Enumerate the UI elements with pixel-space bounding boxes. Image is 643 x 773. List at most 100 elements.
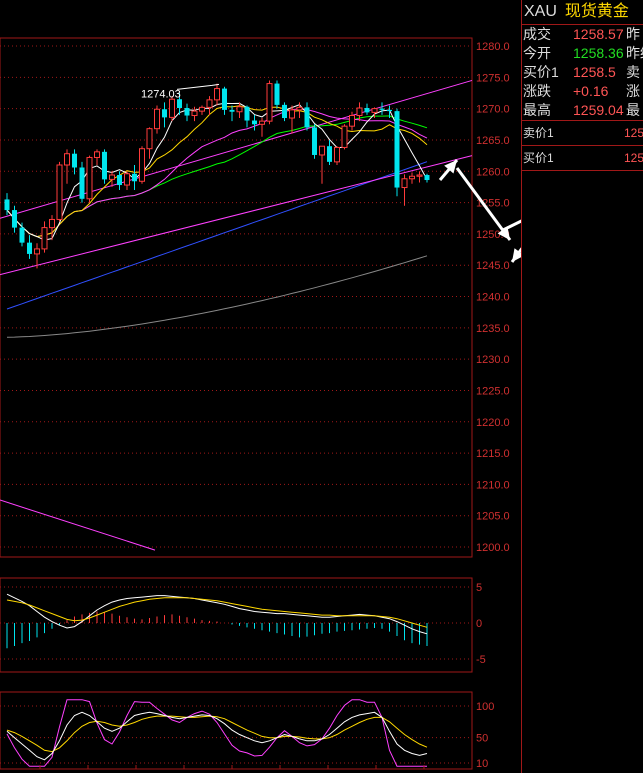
candle-body — [409, 175, 415, 180]
quote-label: 成交 — [523, 26, 551, 42]
candle-body — [282, 104, 287, 119]
kdj-panel: 100 50 10 — [0, 691, 494, 770]
quote-label-secondary: 最 — [626, 102, 640, 118]
quote-value: 1258.5 — [573, 64, 616, 80]
candle-body — [94, 151, 100, 158]
candle-body — [387, 109, 392, 112]
price-tick-label: 1220.0 — [476, 417, 510, 429]
candle-body — [191, 110, 198, 117]
candle-body — [132, 173, 137, 182]
quote-label: 今开 — [523, 45, 551, 61]
price-tick-label: 1215.0 — [476, 448, 510, 460]
arrow-shaft — [502, 219, 521, 232]
candle-body — [124, 173, 130, 186]
order-book: 卖价1 125 买价1 125 — [522, 121, 643, 171]
candle-body — [49, 218, 55, 229]
order-book-label: 买价1 — [523, 151, 554, 165]
quote-row: 成交 1258.57 昨 — [522, 25, 643, 44]
candle-body — [364, 107, 370, 113]
candle-body — [86, 156, 93, 200]
candle-body — [27, 242, 32, 254]
candle-body — [222, 88, 227, 110]
quote-label: 最高 — [523, 102, 551, 118]
kdj-tick-label: 100 — [476, 701, 494, 713]
candle-body — [266, 83, 273, 122]
kdj-frame — [0, 691, 473, 770]
quote-row: 今开 1258.36昨结 — [522, 44, 643, 63]
order-book-row: 卖价1 125 — [522, 121, 643, 146]
high-annotation: 1274.03 — [141, 88, 181, 100]
price-tick-label: 1235.0 — [476, 323, 510, 335]
quote-panel: XAU 现货黄金 成交 1258.57昨今开 1258.36昨结买价1 1258.5 卖涨… — [521, 0, 643, 773]
price-frame — [0, 37, 473, 558]
quote-value: 1259.04 — [573, 102, 624, 118]
chart-canvas: 1280.01275.01270.01265.01260.01255.01250… — [0, 37, 521, 770]
price-tick-label: 1205.0 — [476, 511, 510, 523]
candle-body — [79, 167, 85, 199]
price-tick-label: 1240.0 — [476, 292, 510, 304]
candle-body — [177, 99, 182, 108]
price-tick-label: 1260.0 — [476, 166, 510, 178]
candle-body — [319, 145, 325, 156]
order-book-row: 买价1 125 — [522, 146, 643, 171]
candle-body — [259, 120, 265, 125]
candle-body — [56, 164, 63, 220]
price-tick-label: 1275.0 — [476, 72, 510, 84]
candle-body — [244, 106, 250, 121]
quote-value: 1258.57 — [573, 26, 624, 42]
candle-body — [154, 108, 160, 130]
macd-frame — [0, 577, 473, 673]
quote-value: 1258.36 — [573, 45, 624, 61]
candle-body — [379, 108, 385, 110]
order-book-label: 卖价1 — [523, 126, 554, 140]
quote-label-secondary: 昨结 — [626, 45, 643, 61]
symbol-name: 现货黄金 — [564, 3, 629, 20]
price-panel: 1280.01275.01270.01265.01260.01255.01250… — [0, 37, 510, 558]
ma20-line — [6, 108, 428, 238]
quote-label: 涨跌 — [523, 83, 551, 99]
candle-body — [236, 106, 243, 113]
candle-body — [416, 174, 423, 177]
symbol-code: XAU — [524, 3, 557, 20]
candle-body — [214, 88, 220, 101]
trend-line-upper — [0, 79, 473, 219]
kdj-k-line — [6, 711, 428, 761]
quote-row: 涨跌 +0.16 涨 — [522, 82, 643, 101]
quote-value: +0.16 — [573, 83, 609, 99]
candle-body — [327, 146, 332, 162]
order-book-value: 125 — [624, 126, 643, 140]
candle-body — [12, 210, 17, 228]
price-tick-label: 1265.0 — [476, 135, 510, 147]
candle-body — [162, 109, 167, 118]
candle-body — [19, 227, 25, 243]
candle-body — [184, 107, 190, 116]
candle-body — [64, 153, 70, 166]
candle-body — [72, 153, 77, 168]
quote-label-secondary: 昨 — [626, 26, 640, 42]
candle-body — [334, 146, 340, 163]
price-tick-label: 1245.0 — [476, 260, 510, 272]
price-tick-label: 1270.0 — [476, 104, 510, 116]
quote-row: 买价1 1258.5 卖 — [522, 63, 643, 82]
candle-body — [102, 151, 107, 180]
quote-label-secondary: 卖 — [626, 64, 640, 80]
candle-body — [312, 127, 317, 155]
ma60-line — [6, 161, 428, 310]
macd-dif-line — [6, 593, 428, 635]
quote-label: 买价1 — [523, 64, 559, 80]
price-tick-label: 1200.0 — [476, 542, 510, 554]
annotation-leader — [176, 83, 220, 90]
macd-tick-label: 5 — [476, 582, 482, 594]
candle-body — [34, 248, 40, 255]
order-book-value: 125 — [624, 151, 643, 165]
candle-body — [169, 98, 175, 118]
quote-rows: 成交 1258.57昨今开 1258.36昨结买价1 1258.5 卖涨跌 +0.16 涨最… — [522, 25, 643, 120]
candle-body — [401, 178, 408, 189]
trend-line-old — [0, 499, 156, 551]
candle-body — [199, 106, 205, 112]
quote-row: 最高 1259.04 最 — [522, 101, 643, 120]
price-tick-label: 1280.0 — [476, 41, 510, 53]
macd-tick-label: -5 — [476, 654, 486, 666]
kdj-tick-label: 50 — [476, 733, 488, 745]
candle-body — [41, 227, 48, 250]
